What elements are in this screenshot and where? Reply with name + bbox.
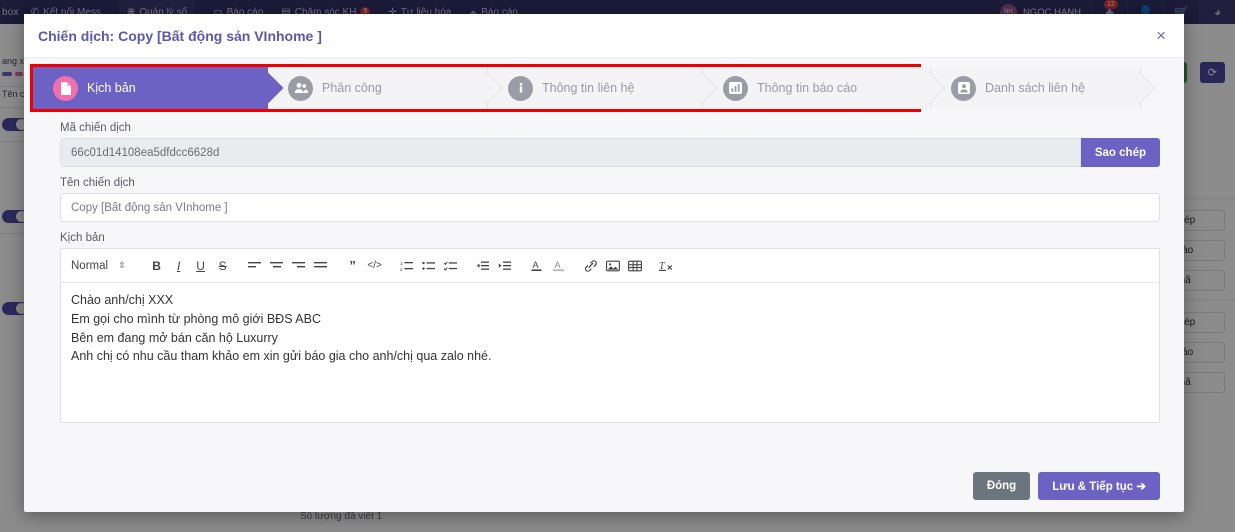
step-label: Kịch bản: [87, 81, 136, 95]
script-line: Em gọi cho mình từ phòng mô giới BĐS ABC: [71, 311, 322, 326]
insert-group: [580, 255, 646, 277]
blockquote-icon[interactable]: ”: [342, 255, 364, 277]
steps-annotation-box: Kịch bản Phân công Thông tin liên hệ Thô…: [30, 64, 1141, 112]
modal-title: Chiến dịch: Copy [Bất động sản VInhome ]: [38, 27, 322, 44]
close-button[interactable]: Đóng: [972, 472, 1031, 500]
campaign-modal: Chiến dịch: Copy [Bất động sản VInhome ]…: [24, 14, 1184, 512]
modal-footer: Đóng Lưu & Tiếp tục ➔: [24, 462, 1184, 512]
script-line: Anh chị có nhu cầu tham khảo em xin gửi …: [71, 349, 492, 364]
svg-text:2: 2: [400, 267, 403, 272]
chevron-updown-icon: ⇳: [118, 260, 126, 270]
link-icon[interactable]: [580, 255, 602, 277]
strikethrough-icon[interactable]: S: [212, 255, 234, 277]
campaign-name-label: Tên chiến dịch: [60, 177, 135, 189]
align-justify-icon[interactable]: [310, 255, 332, 277]
campaign-name-input[interactable]: [60, 193, 1160, 222]
clear-format-icon[interactable]: T: [656, 255, 678, 277]
align-right-icon[interactable]: [288, 255, 310, 277]
bold-icon[interactable]: B: [146, 255, 168, 277]
step-wizard: Kịch bản Phân công Thông tin liên hệ Thô…: [33, 67, 1153, 109]
format-select[interactable]: Normal ⇳: [71, 260, 136, 272]
indent-icon[interactable]: [494, 255, 516, 277]
format-select-value: Normal: [71, 259, 109, 272]
copy-code-button[interactable]: Sao chép: [1080, 138, 1160, 167]
list-group: 12: [396, 255, 462, 277]
svg-text:1: 1: [400, 261, 403, 266]
image-icon[interactable]: [602, 255, 624, 277]
campaign-code-label: Mã chiến dịch: [60, 122, 131, 134]
align-center-icon[interactable]: [266, 255, 288, 277]
step-phan-cong[interactable]: Phân công: [268, 67, 488, 109]
contact-card-icon: [951, 75, 976, 101]
step-label: Thông tin liên hệ: [542, 81, 635, 95]
svg-text:A: A: [532, 260, 538, 270]
background-color-icon[interactable]: A: [548, 255, 570, 277]
color-group: A A: [526, 255, 570, 277]
underline-icon[interactable]: U: [190, 255, 212, 277]
outdent-icon[interactable]: [472, 255, 494, 277]
step-label: Phân công: [322, 81, 382, 95]
step-label: Danh sách liên hệ: [985, 81, 1086, 95]
campaign-code-group: Sao chép: [60, 138, 1160, 167]
code-icon[interactable]: </>: [364, 255, 386, 277]
bullet-list-icon[interactable]: [418, 255, 440, 277]
modal-header: Chiến dịch: Copy [Bất động sản VInhome ]…: [24, 14, 1184, 58]
campaign-name-group: [60, 193, 1160, 222]
bar-chart-icon: [723, 75, 748, 101]
save-and-continue-button[interactable]: Lưu & Tiếp tục ➔: [1038, 472, 1160, 500]
script-editor-content[interactable]: Chào anh/chị XXX Em gọi cho mình từ phòn…: [61, 283, 1159, 422]
script-label: Kịch bản: [60, 232, 105, 244]
text-style-group: B I U S: [146, 255, 234, 277]
script-line: Bên em đang mở bán căn hộ Luxurry: [71, 330, 278, 345]
script-line: Chào anh/chị XXX: [71, 293, 174, 307]
users-icon: [288, 75, 313, 101]
ordered-list-icon[interactable]: 12: [396, 255, 418, 277]
step-kich-ban[interactable]: Kịch bản: [33, 67, 268, 109]
step-thong-tin-bao-cao[interactable]: Thông tin báo cáo: [703, 67, 931, 109]
step-danh-sach-lien-he[interactable]: Danh sách liên hệ: [931, 67, 1141, 109]
align-left-icon[interactable]: [244, 255, 266, 277]
modal-body: Mã chiến dịch Sao chép Tên chiến dịch Kị…: [24, 112, 1184, 462]
document-icon: [53, 75, 78, 101]
close-icon[interactable]: ×: [1152, 25, 1170, 46]
svg-text:A: A: [554, 260, 560, 270]
indent-group: [472, 255, 516, 277]
campaign-code-input[interactable]: [60, 138, 1081, 167]
check-list-icon[interactable]: [440, 255, 462, 277]
block-group: ” </>: [342, 255, 386, 277]
info-icon: [508, 75, 533, 101]
step-label: Thông tin báo cáo: [757, 81, 858, 95]
clear-group: T: [656, 255, 678, 277]
text-color-icon[interactable]: A: [526, 255, 548, 277]
alignment-group: [244, 255, 332, 277]
editor-toolbar: Normal ⇳ B I U S ” </> 1 2 A A T: [61, 249, 1159, 283]
step-thong-tin-lien-he[interactable]: Thông tin liên hệ: [488, 67, 703, 109]
script-editor: Normal ⇳ B I U S ” </> 1 2 A A T Chào an…: [60, 248, 1160, 423]
italic-icon[interactable]: I: [168, 255, 190, 277]
video-icon[interactable]: [624, 255, 646, 277]
